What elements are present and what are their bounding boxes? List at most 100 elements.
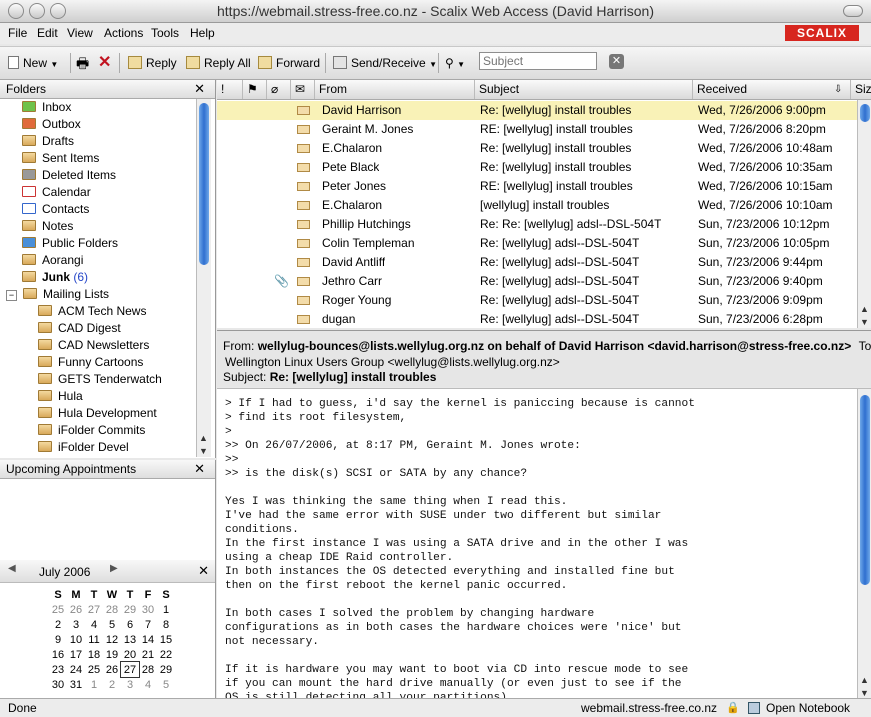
menu-actions[interactable]: Actions [104, 26, 143, 40]
folder-ifolder-commits[interactable]: iFolder Commits [38, 422, 145, 439]
folder-junk[interactable]: Junk (6) [22, 269, 88, 286]
folder-drafts[interactable]: Drafts [22, 133, 74, 150]
folder-outbox[interactable]: Outbox [22, 116, 81, 133]
sort-descending-icon[interactable]: ⇩ [834, 80, 842, 99]
open-notebook-button[interactable]: Open Notebook [766, 699, 850, 717]
calendar-day[interactable]: 29 [157, 662, 175, 677]
folder-deleted-items[interactable]: Deleted Items [22, 167, 116, 184]
calendar-day[interactable]: 11 [85, 632, 103, 647]
folder-public-folders[interactable]: Public Folders [22, 235, 118, 252]
calendar-day[interactable]: 15 [157, 632, 175, 647]
folders-scrollbar[interactable]: ▲ ▼ [196, 99, 211, 457]
menu-edit[interactable]: Edit [37, 26, 58, 40]
calendar-day[interactable]: 12 [103, 632, 121, 647]
preview-scrollbar[interactable]: ▲ ▼ [857, 389, 871, 699]
clear-search-icon[interactable]: ✕ [609, 54, 624, 69]
scroll-down-arrow-icon[interactable]: ▼ [860, 688, 869, 698]
message-list-scrollbar[interactable]: ▲ ▼ [857, 100, 871, 328]
preview-scroll-thumb[interactable] [860, 395, 870, 585]
folders-scroll-thumb[interactable] [199, 103, 209, 265]
folder-acm-tech-news[interactable]: ACM Tech News [38, 303, 146, 320]
menu-help[interactable]: Help [190, 26, 215, 40]
search-options-button[interactable]: ⚲ ▼ [445, 54, 465, 72]
preview-to-value[interactable]: Wellington Linux Users Group <wellylug@l… [225, 355, 560, 369]
folder-sent-items[interactable]: Sent Items [22, 150, 99, 167]
close-folders-icon[interactable]: ✕ [194, 80, 205, 98]
column-size[interactable]: Size [851, 80, 871, 99]
folder-notes[interactable]: Notes [22, 218, 73, 235]
calendar-day[interactable]: 5 [157, 677, 175, 692]
calendar-day[interactable]: 26 [67, 602, 85, 617]
message-row[interactable]: Phillip Hutchings Re: Re: [wellylug] adsl… [217, 215, 857, 234]
scroll-down-arrow-icon[interactable]: ▼ [199, 446, 208, 456]
folder-mailing-lists[interactable]: − Mailing Lists [6, 286, 109, 303]
folder-cad-digest[interactable]: CAD Digest [38, 320, 121, 337]
calendar-day[interactable]: 3 [67, 617, 85, 632]
calendar-day[interactable]: 10 [67, 632, 85, 647]
calendar-day[interactable]: 5 [103, 617, 121, 632]
calendar-day[interactable]: 28 [139, 662, 157, 677]
message-row[interactable]: 📎 Jethro Carr Re: [wellylug] adsl--DSL-504… [217, 272, 857, 291]
envelope-column-icon[interactable]: ✉ [291, 80, 315, 99]
calendar-day-today[interactable]: 27 [120, 661, 140, 678]
attachment-column-icon[interactable]: ⌀ [267, 80, 291, 99]
calendar-day[interactable]: 6 [121, 617, 139, 632]
calendar-day[interactable]: 1 [157, 602, 175, 617]
calendar-day[interactable]: 17 [67, 647, 85, 662]
close-appointments-icon[interactable]: ✕ [194, 460, 205, 478]
message-row[interactable]: E.Chalaron [wellylug] install troubles Wed… [217, 196, 857, 215]
menu-view[interactable]: View [67, 26, 93, 40]
calendar-day[interactable]: 9 [49, 632, 67, 647]
calendar-day[interactable]: 13 [121, 632, 139, 647]
calendar-day[interactable]: 1 [85, 677, 103, 692]
column-subject[interactable]: Subject [475, 80, 693, 99]
folder-gets-tenderwatch[interactable]: GETS Tenderwatch [38, 371, 162, 388]
toolbar-toggle-button[interactable] [843, 5, 863, 17]
prev-month-icon[interactable]: ◀ [8, 563, 16, 574]
calendar-day[interactable]: 22 [157, 647, 175, 662]
calendar-day[interactable]: 24 [67, 662, 85, 677]
calendar-day[interactable]: 14 [139, 632, 157, 647]
next-month-icon[interactable]: ▶ [110, 563, 118, 574]
folder-inbox[interactable]: Inbox [22, 99, 71, 116]
calendar-day[interactable]: 4 [139, 677, 157, 692]
forward-button[interactable]: Forward [258, 54, 320, 72]
collapse-toggle-icon[interactable]: − [6, 290, 17, 301]
message-row[interactable]: David Harrison Re: [wellylug] install tro… [217, 101, 857, 120]
scroll-down-arrow-icon[interactable]: ▼ [860, 317, 869, 327]
message-row[interactable]: E.Chalaron Re: [wellylug] install trouble… [217, 139, 857, 158]
column-from[interactable]: From [315, 80, 475, 99]
calendar-day[interactable]: 29 [121, 602, 139, 617]
close-calendar-icon[interactable]: ✕ [198, 563, 209, 579]
message-row[interactable]: Roger Young Re: [wellylug] adsl--DSL-504T… [217, 291, 857, 310]
folder-funny-cartoons[interactable]: Funny Cartoons [38, 354, 143, 371]
calendar-day[interactable]: 7 [139, 617, 157, 632]
message-row[interactable]: Pete Black Re: [wellylug] install trouble… [217, 158, 857, 177]
folder-aorangi[interactable]: Aorangi [22, 252, 83, 269]
flag-column-icon[interactable]: ⚑ [243, 80, 267, 99]
calendar-day[interactable]: 21 [139, 647, 157, 662]
menu-tools[interactable]: Tools [151, 26, 179, 40]
folder-ifolder-devel[interactable]: iFolder Devel [38, 439, 129, 456]
calendar-day[interactable]: 23 [49, 662, 67, 677]
folder-hula[interactable]: Hula [38, 388, 83, 405]
calendar-day[interactable]: 25 [85, 662, 103, 677]
from-value[interactable]: wellylug-bounces@lists.wellylug.org.nz o… [258, 339, 852, 353]
message-row[interactable]: Geraint M. Jones RE: [wellylug] install t… [217, 120, 857, 139]
folder-contacts[interactable]: Contacts [22, 201, 89, 218]
calendar-day[interactable]: 20 [121, 647, 139, 662]
menu-file[interactable]: File [8, 26, 27, 40]
calendar-day[interactable]: 2 [49, 617, 67, 632]
column-received[interactable]: Received [693, 80, 851, 99]
message-list-scroll-thumb[interactable] [860, 104, 870, 122]
scroll-up-arrow-icon[interactable]: ▲ [199, 433, 208, 443]
importance-column-icon[interactable]: ! [217, 80, 243, 99]
calendar-day[interactable]: 31 [67, 677, 85, 692]
message-row[interactable]: Peter Jones RE: [wellylug] install troubl… [217, 177, 857, 196]
folder-cad-newsletters[interactable]: CAD Newsletters [38, 337, 149, 354]
message-row[interactable]: Colin Templeman Re: [wellylug] adsl--DSL-… [217, 234, 857, 253]
calendar-day[interactable]: 30 [49, 677, 67, 692]
send-receive-button[interactable]: Send/Receive ▼ [333, 54, 437, 72]
print-button[interactable]: 🖶 [76, 54, 89, 72]
folder-calendar[interactable]: Calendar [22, 184, 91, 201]
